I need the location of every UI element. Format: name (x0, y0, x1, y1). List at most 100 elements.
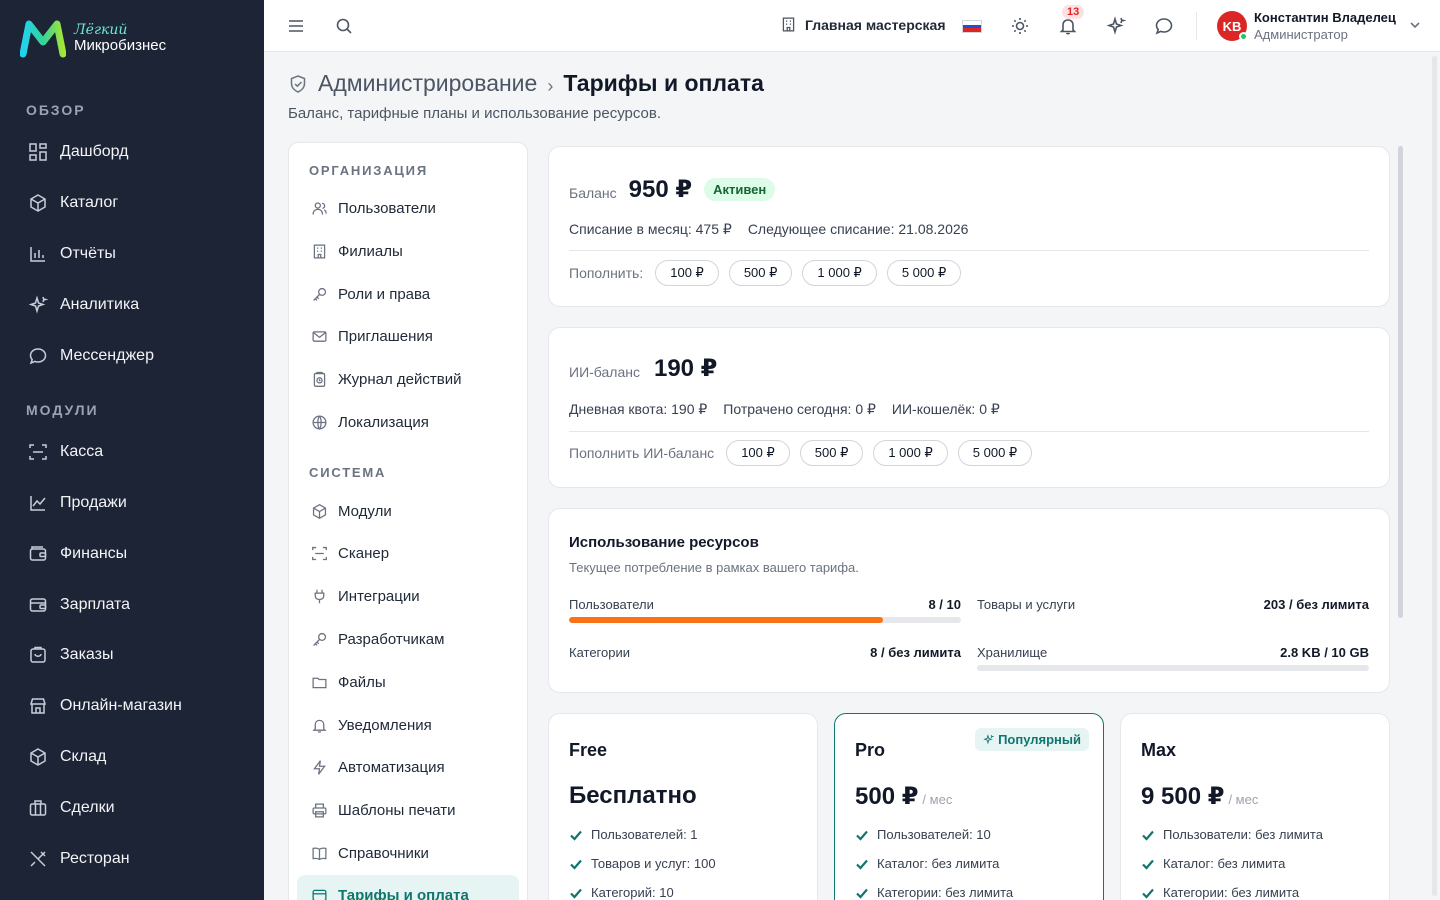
nav-item-developers[interactable]: Разработчикам (311, 628, 444, 650)
nav-item-branches[interactable]: Филиалы (311, 240, 403, 262)
sidebar-item-warehouse[interactable]: Склад (28, 745, 106, 769)
brand-logo[interactable]: Лёгкий Микробизнес (20, 20, 166, 58)
nav-item-files[interactable]: Файлы (311, 671, 386, 693)
nav-item-notifications[interactable]: Уведомления (311, 714, 432, 736)
sidebar-item-messenger[interactable]: Мессенджер (28, 344, 154, 368)
sidebar-item-label: Дашборд (60, 143, 129, 160)
plan-price-period: / мес (922, 792, 953, 807)
usage-card: Использование ресурсов Текущее потреблен… (548, 508, 1390, 693)
nav-item-dictionaries[interactable]: Справочники (311, 842, 429, 864)
plan-feature: Пользователей: 10 (855, 827, 991, 842)
sidebar-item-cashier[interactable]: Касса (28, 440, 103, 464)
ai-topup-500-button[interactable]: 500 ₽ (799, 440, 864, 466)
bell-icon (312, 719, 327, 733)
sidebar-item-store[interactable]: Онлайн-магазин (28, 694, 182, 718)
chevron-down-icon[interactable] (1408, 18, 1422, 32)
nav-item-activity-log[interactable]: Журнал действий (311, 368, 461, 390)
wallet-icon (312, 889, 327, 900)
sidebar-item-analytics[interactable]: Аналитика (28, 293, 139, 317)
ai-topup-5000-button[interactable]: 5 000 ₽ (957, 440, 1033, 466)
ai-balance-card: ИИ-баланс 190 ₽ Дневная квота: 190 ₽ Пот… (548, 327, 1390, 488)
sidebar-item-finance[interactable]: Финансы (28, 542, 127, 566)
plan-card-free[interactable]: Free Бесплатно Пользователей: 1 Товаров … (548, 713, 818, 900)
nav-item-roles[interactable]: Роли и права (311, 283, 430, 305)
check-icon (1142, 830, 1154, 841)
building-icon (782, 17, 795, 32)
workshop-selector[interactable]: Главная мастерская (780, 16, 946, 33)
breadcrumb-root[interactable]: Администрирование (318, 70, 537, 97)
plan-card-pro[interactable]: Популярный Pro 500 ₽ / мес Пользователей:… (834, 713, 1104, 900)
usage-label-products: Товары и услуги (977, 597, 1076, 612)
nav-item-users[interactable]: Пользователи (311, 197, 436, 219)
popular-badge-text: Популярный (998, 732, 1081, 747)
plan-feature: Товаров и услуг: 100 (569, 856, 716, 871)
sidebar-item-dashboard[interactable]: Дашборд (28, 140, 129, 164)
nav-item-billing[interactable]: Тарифы и оплата (311, 884, 469, 900)
nav-item-invitations[interactable]: Приглашения (311, 325, 433, 347)
sidebar-item-reports[interactable]: Отчёты (28, 242, 116, 266)
nav-item-automation[interactable]: Автоматизация (311, 756, 445, 778)
usage-bar-fill-users (569, 617, 883, 623)
usage-label-users: Пользователи (569, 597, 654, 612)
nav-item-print-templates[interactable]: Шаблоны печати (311, 799, 456, 821)
language-flag-icon[interactable] (962, 20, 982, 33)
bell-icon[interactable] (1058, 16, 1078, 36)
usage-value-products: 203 / без лимита (1263, 597, 1369, 612)
ai-topup-1000-button[interactable]: 1 000 ₽ (873, 440, 948, 466)
topup-500-button[interactable]: 500 ₽ (728, 260, 793, 286)
sidebar-item-label: Ресторан (60, 850, 130, 867)
user-name[interactable]: Константин Владелец (1254, 10, 1396, 25)
nav-item-label: Пользователи (338, 199, 436, 217)
nav-item-label: Филиалы (338, 242, 403, 260)
nav-item-label: Файлы (338, 673, 386, 691)
nav-item-label: Сканер (338, 544, 390, 562)
nav-item-localization[interactable]: Локализация (311, 411, 429, 433)
usage-label-storage: Хранилище (977, 645, 1048, 660)
ai-sparkle-icon[interactable] (1106, 16, 1126, 36)
plan-name: Max (1141, 740, 1177, 760)
divider (569, 431, 1369, 432)
check-icon (570, 859, 582, 870)
nav-item-label: Приглашения (338, 327, 433, 345)
sidebar: Лёгкий Микробизнес ОБЗОР Дашборд Каталог… (0, 0, 264, 900)
ai-balance-value: 190 ₽ (653, 355, 718, 382)
sidebar-item-salary[interactable]: Зарплата (28, 593, 130, 617)
nav-item-label: Тарифы и оплата (338, 886, 469, 900)
sidebar-item-deals[interactable]: Сделки (28, 796, 115, 820)
nav-item-scanner[interactable]: Сканер (311, 542, 389, 564)
sidebar-item-label: Зарплата (60, 596, 131, 613)
divider (569, 250, 1369, 251)
content-scrollbar[interactable] (1398, 146, 1403, 618)
plan-price-value: Бесплатно (569, 782, 697, 809)
sidebar-item-sales[interactable]: Продажи (28, 491, 127, 515)
topup-100-button[interactable]: 100 ₽ (655, 260, 719, 286)
analytics-icon (28, 295, 48, 314)
topup-5000-button[interactable]: 5 000 ₽ (886, 260, 962, 286)
check-icon (856, 859, 868, 870)
search-icon[interactable] (334, 16, 354, 36)
sidebar-item-label: Онлайн-магазин (60, 697, 182, 714)
chat-icon[interactable] (1154, 16, 1174, 36)
ai-topup-100-button[interactable]: 100 ₽ (726, 440, 790, 466)
deals-icon (29, 800, 47, 816)
sidebar-item-catalog[interactable]: Каталог (28, 191, 118, 215)
theme-sun-icon[interactable] (1010, 16, 1030, 36)
plan-price-value: 500 ₽ (855, 783, 919, 810)
reports-icon (30, 247, 45, 262)
sidebar-item-label: Касса (60, 443, 104, 460)
folder-icon (312, 677, 327, 688)
sidebar-item-restaurant[interactable]: Ресторан (28, 847, 130, 871)
nav-item-integrations[interactable]: Интеграции (311, 585, 420, 607)
building-icon (313, 243, 326, 259)
usage-subtitle: Текущее потребление в рамках вашего тари… (569, 560, 859, 575)
menu-icon[interactable] (286, 16, 306, 36)
dashboard-icon (29, 143, 47, 161)
page-scrollbar[interactable] (1432, 56, 1437, 896)
balance-value: 950 ₽ (628, 176, 693, 203)
topbar: Главная мастерская 13 KB Константин Влад… (264, 0, 1440, 52)
nav-item-modules[interactable]: Модули (311, 500, 392, 522)
plan-card-max[interactable]: Max 9 500 ₽ / мес Пользователи: без лимит… (1120, 713, 1390, 900)
topup-1000-button[interactable]: 1 000 ₽ (802, 260, 877, 286)
sidebar-item-orders[interactable]: Заказы (28, 643, 113, 667)
plan-feature-text: Пользователей: 10 (877, 827, 991, 842)
